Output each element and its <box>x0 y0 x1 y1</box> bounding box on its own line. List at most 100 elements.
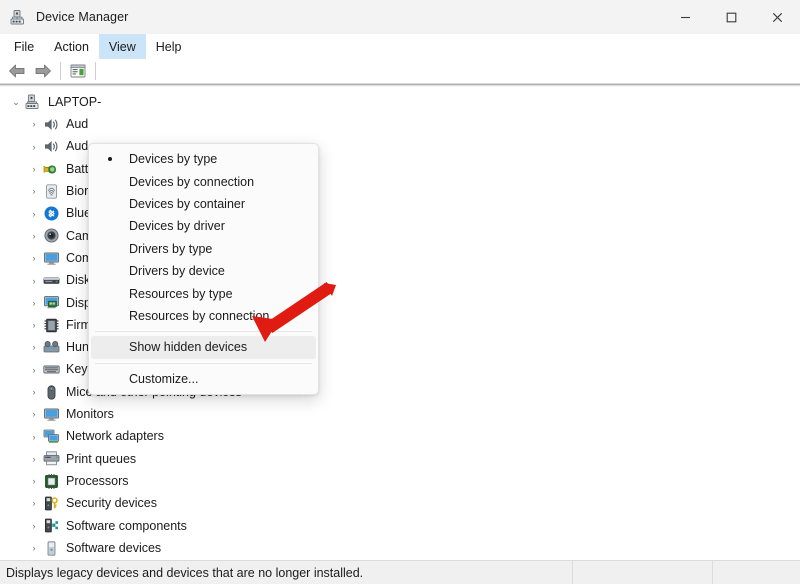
chevron-right-icon[interactable]: › <box>26 186 42 196</box>
mouse-icon <box>47 384 55 400</box>
computer-icon <box>24 93 42 111</box>
keyboard-icon <box>42 361 60 379</box>
tree-row[interactable]: › Software devices <box>0 537 800 559</box>
selected-bullet-icon <box>108 157 112 162</box>
tree-row-label: Network adapters <box>66 429 164 444</box>
close-button[interactable] <box>754 0 800 34</box>
menu-help[interactable]: Help <box>146 34 192 59</box>
computer-monitor-icon <box>43 252 59 265</box>
disk-drive-icon <box>42 272 60 290</box>
mouse-icon <box>42 383 60 401</box>
chevron-right-icon[interactable]: › <box>26 231 42 241</box>
menu-view[interactable]: View <box>98 34 146 59</box>
chevron-down-icon[interactable]: ⌄ <box>8 97 24 108</box>
chevron-right-icon[interactable]: › <box>26 521 42 531</box>
forward-button[interactable] <box>30 60 56 82</box>
menu-item-resources-by-connection[interactable]: Resources by connection <box>91 305 316 327</box>
chevron-right-icon[interactable]: › <box>26 320 42 330</box>
menu-item-drivers-by-type[interactable]: Drivers by type <box>91 238 316 260</box>
chevron-right-icon[interactable]: › <box>26 387 42 397</box>
menu-item-devices-by-type[interactable]: Devices by type <box>91 148 316 170</box>
chevron-right-icon[interactable]: › <box>26 119 42 129</box>
chevron-right-icon[interactable]: › <box>26 253 42 263</box>
back-arrow-icon <box>9 64 25 78</box>
security-device-icon <box>44 496 58 511</box>
chevron-right-icon[interactable]: › <box>26 209 42 219</box>
tree-row[interactable]: ›Sound, video and game controllers <box>0 559 800 560</box>
chevron-right-icon[interactable]: › <box>26 498 42 508</box>
menu-item-devices-by-container[interactable]: Devices by container <box>91 193 316 215</box>
menu-item-label: Drivers by type <box>129 241 213 256</box>
tree-row-label: Bior <box>66 184 89 199</box>
toolbar <box>0 59 800 84</box>
forward-arrow-icon <box>35 64 51 78</box>
menu-item-label: Devices by container <box>129 196 246 211</box>
menu-item-customize[interactable]: Customize... <box>91 368 316 390</box>
tree-row[interactable]: › Software components <box>0 515 800 537</box>
properties-button[interactable] <box>65 60 91 82</box>
status-bar: Displays legacy devices and devices that… <box>0 560 800 584</box>
menu-file[interactable]: File <box>4 34 44 59</box>
window-title: Device Manager <box>36 10 129 24</box>
chevron-right-icon[interactable]: › <box>26 342 42 352</box>
software-device-icon <box>47 540 55 556</box>
processor-icon <box>42 472 60 490</box>
minimize-button[interactable] <box>662 0 708 34</box>
biometric-icon <box>45 184 57 199</box>
title-bar-left: Device Manager <box>0 9 128 26</box>
chevron-right-icon[interactable]: › <box>26 365 42 375</box>
chevron-right-icon[interactable]: › <box>26 409 42 419</box>
toolbar-separator-2 <box>95 62 96 80</box>
tree-row[interactable]: › Security devices <box>0 492 800 514</box>
menu-separator <box>95 362 312 364</box>
menu-item-devices-by-connection[interactable]: Devices by connection <box>91 170 316 192</box>
software-device-icon <box>42 539 60 557</box>
tree-row[interactable]: › Monitors <box>0 403 800 425</box>
chevron-right-icon[interactable]: › <box>26 276 42 286</box>
tree-row-label: Print queues <box>66 451 137 466</box>
view-menu-dropdown[interactable]: Devices by type Devices by connection Devi… <box>88 143 319 395</box>
firmware-icon <box>42 316 60 334</box>
menu-item-drivers-by-device[interactable]: Drivers by device <box>91 260 316 282</box>
chevron-right-icon[interactable]: › <box>26 476 42 486</box>
chevron-right-icon[interactable]: › <box>26 142 42 152</box>
processor-icon <box>44 473 58 489</box>
display-adapter-icon <box>43 296 59 309</box>
back-button[interactable] <box>4 60 30 82</box>
battery-icon <box>42 160 60 178</box>
chevron-right-icon[interactable]: › <box>26 454 42 464</box>
monitor-icon <box>42 405 60 423</box>
tree-row[interactable]: › Network adapters <box>0 425 800 447</box>
menu-separator <box>95 331 312 333</box>
keyboard-icon <box>42 365 60 374</box>
hid-icon <box>42 338 60 356</box>
title-bar: Device Manager <box>0 0 800 34</box>
chevron-right-icon[interactable]: › <box>26 164 42 174</box>
audio-icon <box>42 138 60 156</box>
camera-icon <box>43 228 59 243</box>
maximize-button[interactable] <box>708 0 754 34</box>
tree-row-label: Monitors <box>66 407 114 422</box>
menu-item-show-hidden-devices[interactable]: Show hidden devices <box>91 336 316 359</box>
status-pane-2 <box>572 560 712 584</box>
tree-row-label: LAPTOP- <box>48 94 102 109</box>
audio-icon <box>44 141 58 153</box>
tree-row[interactable]: › Aud <box>0 113 800 135</box>
menu-bar: File Action View Help <box>0 34 800 59</box>
device-manager-window: Device Manager File Action View Help ⌄ L… <box>0 0 800 584</box>
tree-row-root[interactable]: ⌄ LAPTOP- <box>0 91 800 113</box>
chevron-right-icon[interactable]: › <box>26 298 42 308</box>
menu-action[interactable]: Action <box>44 34 99 59</box>
tree-row[interactable]: › Processors <box>0 470 800 492</box>
menu-item-label: Drivers by device <box>129 264 225 279</box>
device-manager-icon <box>10 9 27 26</box>
tree-row[interactable]: › Print queues <box>0 448 800 470</box>
tree-row-label: Hun <box>66 340 89 355</box>
menu-item-resources-by-type[interactable]: Resources by type <box>91 282 316 304</box>
menu-item-devices-by-driver[interactable]: Devices by driver <box>91 215 316 237</box>
chevron-right-icon[interactable]: › <box>26 432 42 442</box>
status-pane-3 <box>712 560 800 584</box>
properties-icon <box>70 64 86 78</box>
audio-icon <box>44 118 58 130</box>
chevron-right-icon[interactable]: › <box>26 543 42 553</box>
